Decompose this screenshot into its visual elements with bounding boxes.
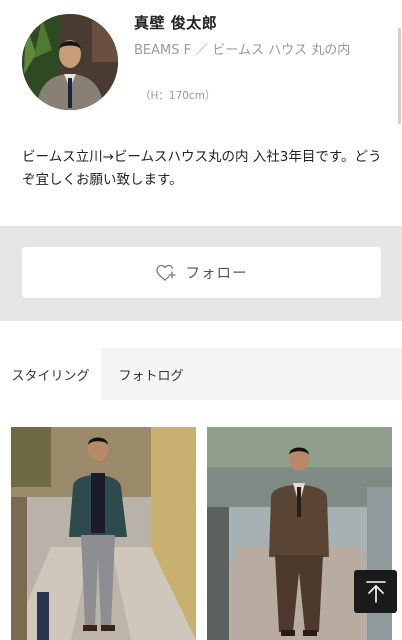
tab-photolog[interactable]: フォトログ	[101, 348, 201, 400]
staff-height: （H：170cm）	[140, 90, 216, 102]
scrollbar[interactable]	[398, 28, 401, 124]
shop-name[interactable]: BEAMS F ／ ビームス ハウス 丸の内	[134, 40, 384, 61]
staff-bio: ビームス立川→ビームスハウス丸の内 入社3年目です。どうぞ宜しくお願い致します。	[22, 149, 382, 188]
arrow-up-icon	[365, 580, 386, 603]
scroll-to-top-button[interactable]	[354, 570, 397, 613]
tab-bar: スタイリング フォトログ	[0, 348, 402, 400]
follow-section: フォロー	[0, 226, 402, 321]
staff-name: 真壁 俊太郎	[134, 14, 218, 32]
styling-photo-image	[11, 427, 196, 640]
profile-header: 真壁 俊太郎 BEAMS F ／ ビームス ハウス 丸の内 （H：170cm） …	[0, 0, 402, 226]
avatar-photo	[22, 14, 118, 110]
follow-label: フォロー	[185, 266, 248, 282]
styling-grid	[0, 400, 402, 640]
styling-photo[interactable]	[11, 427, 196, 640]
tab-styling[interactable]: スタイリング	[0, 348, 101, 400]
heart-plus-icon	[155, 264, 176, 281]
avatar	[22, 14, 118, 110]
follow-button[interactable]: フォロー	[22, 247, 381, 298]
